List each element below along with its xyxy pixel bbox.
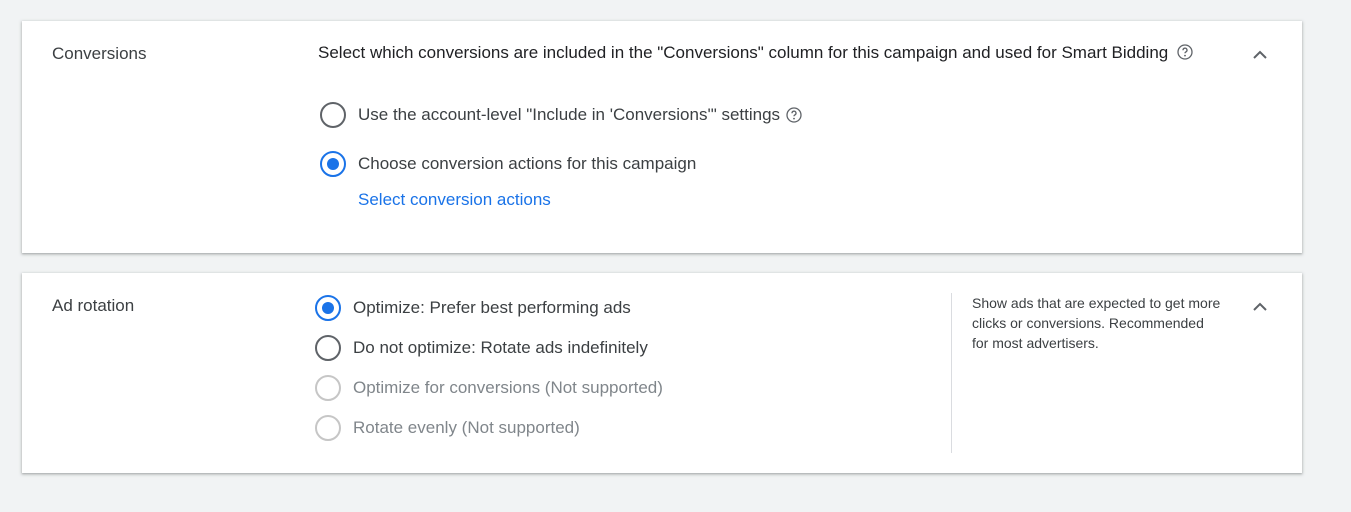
ad-rotation-option-rotate-evenly: Rotate evenly (Not supported) xyxy=(315,415,580,441)
conversions-description: Select which conversions are included in… xyxy=(318,41,1208,64)
conversions-option-campaign-actions[interactable]: Choose conversion actions for this campa… xyxy=(320,151,696,177)
radio-unchecked[interactable] xyxy=(315,335,341,361)
conversions-option-account-level[interactable]: Use the account-level "Include in 'Conve… xyxy=(320,102,802,128)
chevron-up-icon[interactable] xyxy=(1248,43,1272,67)
radio-label: Optimize: Prefer best performing ads xyxy=(353,298,631,317)
radio-unchecked[interactable] xyxy=(320,102,346,128)
radio-label: Do not optimize: Rotate ads indefinitely xyxy=(353,338,648,357)
radio-label: Use the account-level "Include in 'Conve… xyxy=(358,105,781,124)
radio-label: Optimize for conversions (Not supported) xyxy=(353,378,663,397)
conversions-section-title: Conversions xyxy=(52,44,147,63)
vertical-divider xyxy=(951,293,952,453)
radio-disabled xyxy=(315,415,341,441)
help-circle-icon[interactable] xyxy=(786,107,802,123)
radio-checked[interactable] xyxy=(320,151,346,177)
conversions-card: Conversions Select which conversions are… xyxy=(22,21,1302,253)
radio-disabled xyxy=(315,375,341,401)
ad-rotation-help-text: Show ads that are expected to get more c… xyxy=(972,295,1221,351)
ad-rotation-option-do-not-optimize[interactable]: Do not optimize: Rotate ads indefinitely xyxy=(315,335,648,361)
conversions-description-text: Select which conversions are included in… xyxy=(318,43,1169,62)
ad-rotation-option-optimize-conversions: Optimize for conversions (Not supported) xyxy=(315,375,663,401)
ad-rotation-card: Ad rotation Optimize: Prefer best perfor… xyxy=(22,273,1302,473)
radio-checked[interactable] xyxy=(315,295,341,321)
chevron-up-icon[interactable] xyxy=(1248,295,1272,319)
radio-label: Choose conversion actions for this campa… xyxy=(358,154,697,173)
radio-label: Rotate evenly (Not supported) xyxy=(353,418,580,437)
ad-rotation-option-optimize[interactable]: Optimize: Prefer best performing ads xyxy=(315,295,631,321)
select-conversion-actions-link[interactable]: Select conversion actions xyxy=(358,190,551,210)
help-circle-icon[interactable] xyxy=(1177,43,1193,60)
ad-rotation-section-title: Ad rotation xyxy=(52,296,135,315)
